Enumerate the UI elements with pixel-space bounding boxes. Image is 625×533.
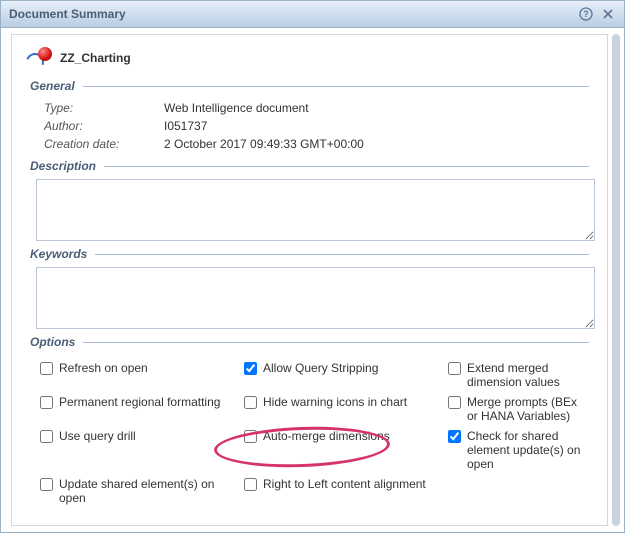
option-check-shared-update[interactable]: Check for shared element update(s) on op… — [448, 429, 589, 471]
help-icon[interactable]: ? — [578, 6, 594, 22]
creation-date-value: 2 October 2017 09:49:33 GMT+00:00 — [164, 137, 364, 151]
checkbox-extend-merged[interactable] — [448, 362, 461, 375]
type-label: Type: — [44, 101, 164, 115]
titlebar: Document Summary ? — [1, 1, 624, 28]
keywords-textarea[interactable] — [36, 267, 595, 329]
window-title: Document Summary — [9, 7, 126, 21]
option-permanent-regional[interactable]: Permanent regional formatting — [40, 395, 240, 423]
author-label: Author: — [44, 119, 164, 133]
checkbox-update-shared-on-open[interactable] — [40, 478, 53, 491]
webi-document-icon — [30, 47, 52, 69]
label-rtl-alignment: Right to Left content alignment — [263, 477, 426, 491]
vertical-scrollbar[interactable] — [612, 34, 620, 526]
label-permanent-regional: Permanent regional formatting — [59, 395, 220, 409]
author-value: I051737 — [164, 119, 207, 133]
checkbox-auto-merge[interactable] — [244, 430, 257, 443]
checkbox-check-shared-update[interactable] — [448, 430, 461, 443]
document-name: ZZ_Charting — [60, 51, 131, 65]
option-use-query-drill[interactable]: Use query drill — [40, 429, 240, 471]
checkbox-rtl-alignment[interactable] — [244, 478, 257, 491]
label-refresh-on-open: Refresh on open — [59, 361, 148, 375]
section-description: Description — [30, 159, 589, 241]
options-grid: Refresh on open Allow Query Stripping Ex… — [30, 355, 589, 505]
checkbox-use-query-drill[interactable] — [40, 430, 53, 443]
window-body: ZZ_Charting General Type: Web Intelligen… — [1, 28, 624, 532]
option-auto-merge[interactable]: Auto-merge dimensions — [244, 429, 444, 471]
label-extend-merged: Extend merged dimension values — [467, 361, 589, 389]
svg-text:?: ? — [583, 9, 589, 19]
label-merge-prompts: Merge prompts (BEx or HANA Variables) — [467, 395, 589, 423]
section-options: Options Refresh on open Allow Query Stri… — [30, 335, 589, 505]
option-allow-query-stripping[interactable]: Allow Query Stripping — [244, 361, 444, 389]
label-hide-warning-icons: Hide warning icons in chart — [263, 395, 407, 409]
keywords-heading: Keywords — [30, 247, 87, 261]
option-update-shared-on-open[interactable]: Update shared element(s) on open — [40, 477, 240, 505]
label-check-shared-update: Check for shared element update(s) on op… — [467, 429, 589, 471]
close-icon[interactable] — [600, 6, 616, 22]
description-heading: Description — [30, 159, 96, 173]
checkbox-allow-query-stripping[interactable] — [244, 362, 257, 375]
option-merge-prompts[interactable]: Merge prompts (BEx or HANA Variables) — [448, 395, 589, 423]
label-auto-merge: Auto-merge dimensions — [263, 429, 390, 443]
section-keywords: Keywords — [30, 247, 589, 329]
checkbox-permanent-regional[interactable] — [40, 396, 53, 409]
creation-date-label: Creation date: — [44, 137, 164, 151]
options-heading: Options — [30, 335, 75, 349]
document-summary-window: Document Summary ? ZZ_Charting General — [0, 0, 625, 533]
summary-panel: ZZ_Charting General Type: Web Intelligen… — [11, 34, 608, 526]
label-allow-query-stripping: Allow Query Stripping — [263, 361, 378, 375]
option-hide-warning-icons[interactable]: Hide warning icons in chart — [244, 395, 444, 423]
section-general: General Type: Web Intelligence document … — [30, 79, 589, 153]
option-rtl-alignment[interactable]: Right to Left content alignment — [244, 477, 444, 505]
description-textarea[interactable] — [36, 179, 595, 241]
checkbox-hide-warning-icons[interactable] — [244, 396, 257, 409]
type-value: Web Intelligence document — [164, 101, 309, 115]
option-extend-merged[interactable]: Extend merged dimension values — [448, 361, 589, 389]
general-heading: General — [30, 79, 75, 93]
option-refresh-on-open[interactable]: Refresh on open — [40, 361, 240, 389]
checkbox-refresh-on-open[interactable] — [40, 362, 53, 375]
checkbox-merge-prompts[interactable] — [448, 396, 461, 409]
document-header: ZZ_Charting — [30, 47, 589, 69]
label-update-shared-on-open: Update shared element(s) on open — [59, 477, 240, 505]
label-use-query-drill: Use query drill — [59, 429, 136, 443]
